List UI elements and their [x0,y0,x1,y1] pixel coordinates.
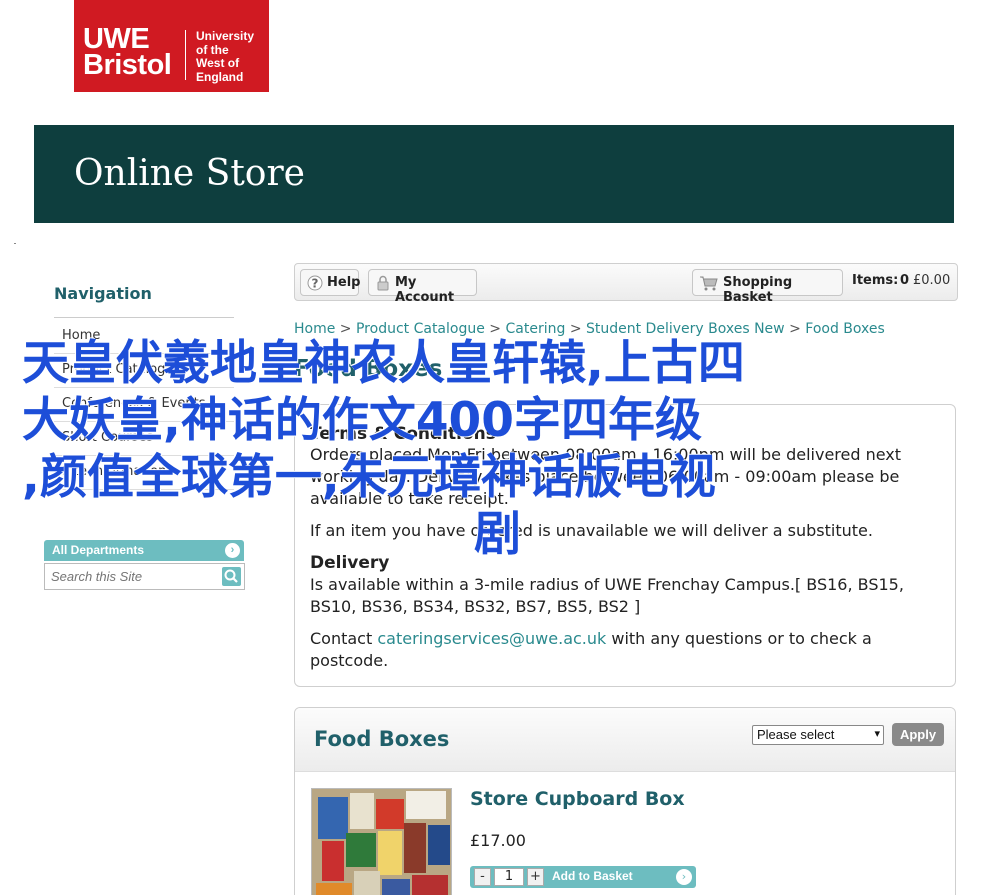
basket-icon [700,276,718,291]
shopping-basket-button[interactable]: Shopping Basket [692,269,843,305]
breadcrumb-separator: > [489,321,502,337]
breadcrumb-food-boxes[interactable]: Food Boxes [805,321,885,337]
product-photo [312,789,451,895]
basket-total: £0.00 [913,273,951,288]
help-button[interactable]: ? Help [300,269,361,296]
terms-line-3: available to take receipt. [310,489,509,508]
contact-post: with any questions or to check a [611,629,872,648]
stray-mark [14,243,16,244]
site-search [44,563,245,590]
sidebar-item-site-information[interactable]: Site Information [54,456,234,490]
logo-divider [185,30,186,80]
breadcrumb-separator: > [789,321,801,337]
terms-line-2: working day. Delivery takes place betwee… [310,467,900,486]
contact-pre: Contact [310,629,373,648]
delivery-heading: Delivery [310,553,390,573]
search-button[interactable] [222,567,241,586]
quantity-input[interactable]: 1 [494,868,524,886]
add-to-basket-control: - 1 + Add to Basket › [470,866,696,888]
product-name[interactable]: Store Cupboard Box [470,788,685,810]
product-image[interactable] [311,788,452,895]
sidebar-item-home[interactable]: Home [54,320,234,354]
contact-line-2: postcode. [310,651,389,670]
contact-line: Contact cateringservices@uwe.ac.uk with … [310,628,872,650]
sidebar-item-short-courses[interactable]: Short Courses [54,422,234,456]
add-to-basket-button[interactable]: Add to Basket [552,869,633,883]
breadcrumb-catering[interactable]: Catering [505,321,565,337]
navigation-heading: Navigation [54,284,152,303]
chevron-right-icon: › [676,869,692,885]
logo-wordmark: UWE Bristol [83,25,172,81]
contact-email-link[interactable]: cateringservices@uwe.ac.uk [377,629,606,648]
shopping-basket-label: Shopping Basket [723,275,793,305]
quantity-increment-button[interactable]: + [527,868,544,886]
all-departments-button[interactable]: All Departments › [44,540,244,561]
uwe-bristol-logo[interactable]: UWE Bristol University of the West of En… [74,0,269,92]
svg-text:?: ? [312,277,319,291]
basket-items-label: Items: [852,273,899,288]
terms-heading: Terms & Conditions [310,424,496,444]
breadcrumb-separator: > [339,321,352,337]
logo-uni-line-2: of the [196,42,229,57]
breadcrumb: Home > Product Catalogue > Catering > St… [294,321,885,337]
chevron-right-icon: › [225,543,240,558]
food-boxes-header: Food Boxes Please select ▾ Apply [295,708,955,772]
breadcrumb-home[interactable]: Home [294,321,335,337]
search-icon [224,569,238,583]
store-banner: Online Store [34,125,954,223]
navigation-divider [54,317,234,318]
food-boxes-title: Food Boxes [314,727,450,751]
navigation-list: Home Product Catalogue Conferences & Eve… [54,320,234,490]
sort-select-value: Please select [757,727,835,742]
apply-button[interactable]: Apply [892,723,944,746]
chevron-down-icon: ▾ [874,728,880,740]
product-price: £17.00 [470,831,526,850]
help-icon: ? [307,275,323,291]
my-account-button[interactable]: My Account [368,269,477,305]
terms-panel: Terms & Conditions Orders placed Mon-Fri… [294,404,956,687]
store-toolbar: ? Help My Account Shopping Basket Items:… [294,263,958,305]
delivery-line-2: BS10, BS36, BS34, BS32, BS7, BS5, BS2 ] [310,597,641,616]
delivery-line-1: Is available within a 3-mile radius of U… [310,575,904,594]
help-label: Help [327,275,361,290]
terms-line-1: Orders placed Mon-Fri between 08:00am - … [310,445,902,464]
basket-items-count: 0 [900,273,910,288]
sort-select[interactable]: Please select ▾ [752,725,884,745]
banner-title: Online Store [74,153,305,194]
all-departments-label: All Departments [52,543,145,557]
terms-substitute: If an item you have ordered is unavailab… [310,521,873,540]
logo-line-bristol: Bristol [83,49,172,81]
food-boxes-panel: Food Boxes Please select ▾ Apply Store C… [294,707,956,895]
search-input[interactable] [45,564,217,589]
quantity-decrement-button[interactable]: - [474,868,491,886]
logo-university-text: University of the West of England [196,29,255,84]
logo-uni-line-3: West of [196,56,240,70]
lock-icon [377,275,389,291]
logo-uni-line-1: University [196,29,255,43]
sidebar-item-product-catalogue[interactable]: Product Catalogue [54,354,234,388]
my-account-label: My Account [395,275,455,305]
breadcrumb-product-catalogue[interactable]: Product Catalogue [356,321,485,337]
logo-uni-line-4: England [196,69,244,84]
breadcrumb-student-delivery-boxes[interactable]: Student Delivery Boxes New [586,321,785,337]
breadcrumb-separator: > [569,321,582,337]
sidebar-item-conferences-events[interactable]: Conferences & Events [54,388,234,422]
page-title: Food Boxes [294,356,443,382]
